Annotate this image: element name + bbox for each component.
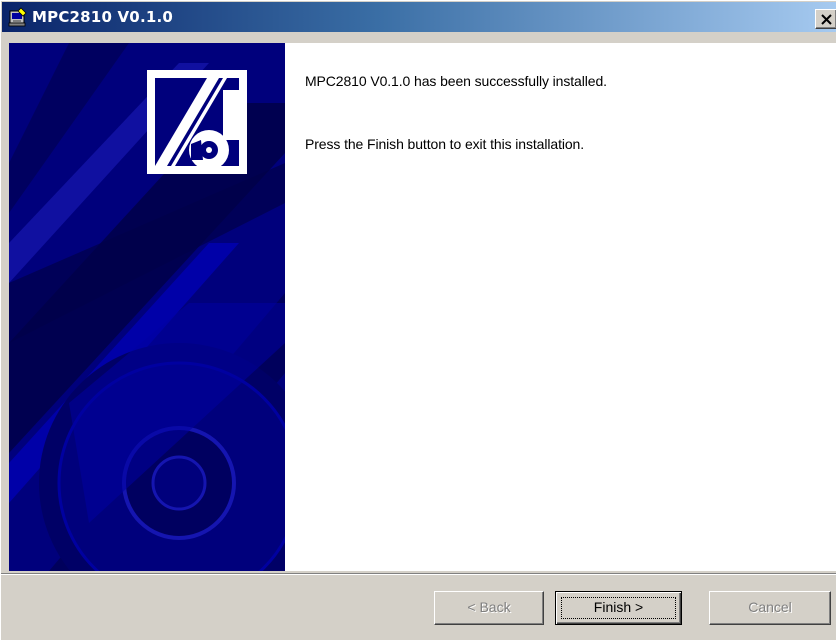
success-message: MPC2810 V0.1.0 has been successfully ins… — [305, 73, 607, 89]
installer-banner — [9, 43, 285, 571]
finish-instruction: Press the Finish button to exit this ins… — [305, 136, 585, 152]
content-panel: MPC2810 V0.1.0 has been successfully ins… — [285, 43, 836, 571]
cancel-button-label: Cancel — [748, 599, 792, 615]
finish-button[interactable]: Finish > — [555, 591, 682, 625]
back-button-label: < Back — [467, 599, 511, 615]
window-title: MPC2810 V0.1.0 — [32, 8, 174, 26]
finish-button-label: Finish > — [593, 599, 644, 615]
cancel-button[interactable]: Cancel — [709, 591, 831, 625]
close-button[interactable] — [815, 9, 836, 29]
close-icon — [821, 14, 832, 25]
install-logo-icon — [147, 70, 247, 174]
title-bar[interactable]: MPC2810 V0.1.0 — [2, 2, 836, 32]
separator-highlight — [1, 574, 836, 575]
setup-window: MPC2810 V0.1.0 MPC2810 V0.1.0 has been s… — [0, 0, 836, 640]
back-button[interactable]: < Back — [434, 591, 544, 625]
installer-icon — [8, 7, 28, 27]
